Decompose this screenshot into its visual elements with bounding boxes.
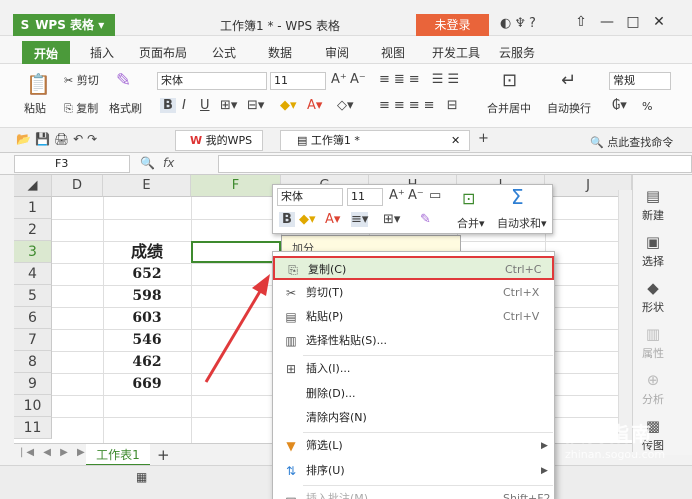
arrow-head [252, 274, 270, 296]
arrow-shaft [204, 287, 264, 383]
wps-spreadsheet-window: S WPS 表格 ▾ 工作簿1 * - WPS 表格 未登录 ◐♆? ⇧ — □ ✕ … [0, 0, 692, 499]
annotation-arrow [204, 274, 270, 383]
